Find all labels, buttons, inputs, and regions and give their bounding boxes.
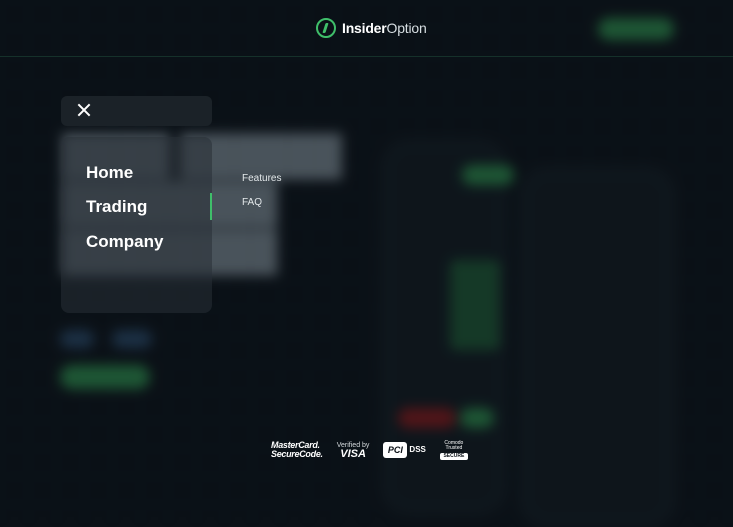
verified-by-visa-logo: Verified by VISA [336, 442, 370, 460]
payment-security-logos: MasterCard. SecureCode. Verified by VISA… [271, 440, 468, 460]
menu-item-home[interactable]: Home [86, 163, 133, 183]
pci-dss-logo: PCI DSS [383, 442, 426, 458]
submenu-item-features[interactable]: Features [242, 173, 281, 184]
top-header: InsiderOption [0, 0, 733, 57]
logo-wordmark: InsiderOption [342, 20, 427, 36]
mobile-menu-panel: Home Trading Company [61, 137, 212, 313]
cta-button-blurred [60, 365, 150, 389]
store-badge-blurred [112, 330, 152, 348]
submenu-item-faq[interactable]: FAQ [242, 197, 262, 208]
active-menu-indicator [210, 193, 212, 220]
mastercard-securecode-logo: MasterCard. SecureCode. [271, 440, 323, 459]
store-badge-blurred [60, 330, 94, 348]
close-icon[interactable] [77, 103, 91, 117]
menu-item-company[interactable]: Company [86, 232, 163, 252]
logo-mark-icon [316, 18, 336, 38]
phone-mockup-blurred [520, 168, 674, 527]
menu-close-bar [61, 96, 212, 126]
insideroption-logo[interactable]: InsiderOption [316, 18, 427, 38]
comodo-secure-badge: Comodo Trusted SECURE [439, 441, 468, 460]
menu-item-trading[interactable]: Trading [86, 197, 147, 217]
